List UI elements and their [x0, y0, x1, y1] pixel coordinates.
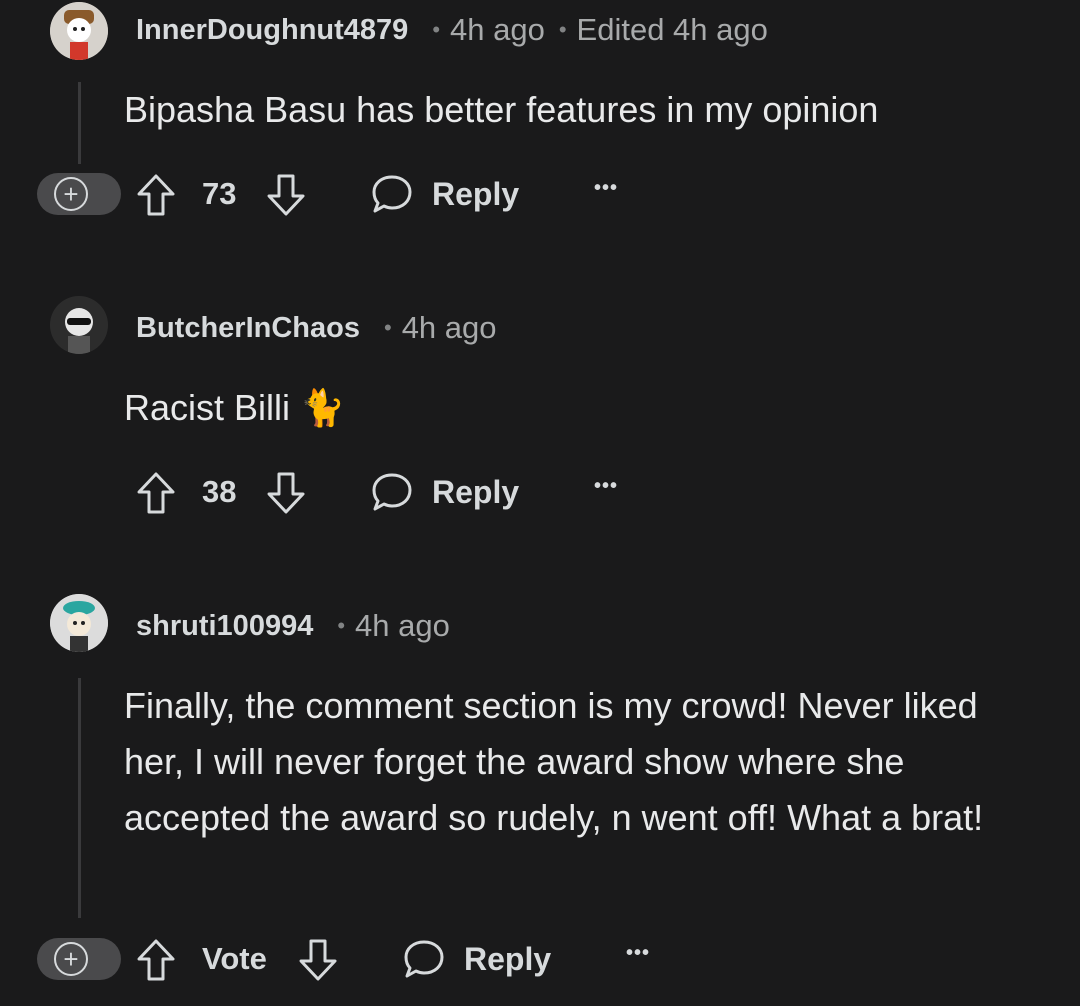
upvote-button[interactable] [136, 471, 176, 515]
separator-dot: • [432, 17, 441, 42]
reply-button[interactable]: Reply [402, 938, 551, 980]
downvote-button[interactable] [266, 471, 306, 515]
plus-circle-icon: + [54, 942, 88, 976]
reply-label: Reply [464, 940, 552, 977]
comment-actions: + 73 Reply ••• [0, 164, 1080, 224]
separator-dot: • [337, 613, 346, 638]
more-options-button[interactable]: ••• [626, 942, 650, 965]
comment-actions: + Vote Reply ••• [0, 930, 1080, 990]
arrow-down-outline-icon [299, 939, 337, 981]
thread-line[interactable] [78, 82, 81, 164]
separator-dot: • [558, 17, 567, 42]
timestamp: 4h ago [401, 310, 497, 345]
timestamp: 4h ago [355, 608, 450, 643]
reply-button[interactable]: Reply [370, 471, 519, 513]
reply-label: Reply [432, 175, 520, 212]
speech-bubble-icon [404, 940, 444, 978]
username[interactable]: shruti100994 [136, 610, 313, 643]
avatar[interactable] [50, 594, 108, 652]
comment-actions: 38 Reply ••• [0, 462, 1080, 522]
vote-count: 38 [202, 474, 237, 509]
arrow-up-outline-icon [137, 472, 175, 514]
username[interactable]: InnerDoughnut4879 [136, 14, 408, 47]
comment-body: Racist Billi 🐈 [124, 387, 345, 428]
vote-label: Vote [202, 941, 267, 976]
upvote-button[interactable] [136, 173, 176, 217]
separator-dot: • [383, 315, 392, 340]
arrow-up-outline-icon [137, 174, 175, 216]
vote-count: 73 [202, 176, 237, 211]
username[interactable]: ButcherInChaos [136, 312, 360, 345]
arrow-down-outline-icon [267, 472, 305, 514]
speech-bubble-icon [372, 175, 412, 213]
comment-shruti100994: shruti100994 • 4h ago Finally, the comme… [0, 588, 1080, 928]
arrow-up-outline-icon [137, 939, 175, 981]
more-options-button[interactable]: ••• [594, 177, 618, 200]
downvote-button[interactable] [266, 173, 306, 217]
comment-body: Finally, the comment section is my crowd… [124, 685, 984, 838]
downvote-button[interactable] [298, 938, 338, 982]
comment-meta: shruti100994 • 4h ago [136, 606, 450, 646]
thread-line[interactable] [78, 678, 81, 918]
comment-meta: InnerDoughnut4879 • 4h ago • Edited 4h a… [136, 10, 768, 50]
arrow-down-outline-icon [267, 174, 305, 216]
comment-body: Bipasha Basu has better features in my o… [124, 89, 879, 130]
upvote-button[interactable] [136, 938, 176, 982]
edited-label: Edited 4h ago [576, 12, 768, 47]
speech-bubble-icon [372, 473, 412, 511]
avatar[interactable] [50, 2, 108, 60]
plus-circle-icon: + [54, 177, 88, 211]
avatar[interactable] [50, 296, 108, 354]
timestamp: 4h ago [450, 12, 545, 47]
more-options-button[interactable]: ••• [594, 475, 618, 498]
reply-button[interactable]: Reply [370, 173, 519, 215]
reply-label: Reply [432, 473, 520, 510]
comment-meta: ButcherInChaos • 4h ago [136, 308, 497, 348]
